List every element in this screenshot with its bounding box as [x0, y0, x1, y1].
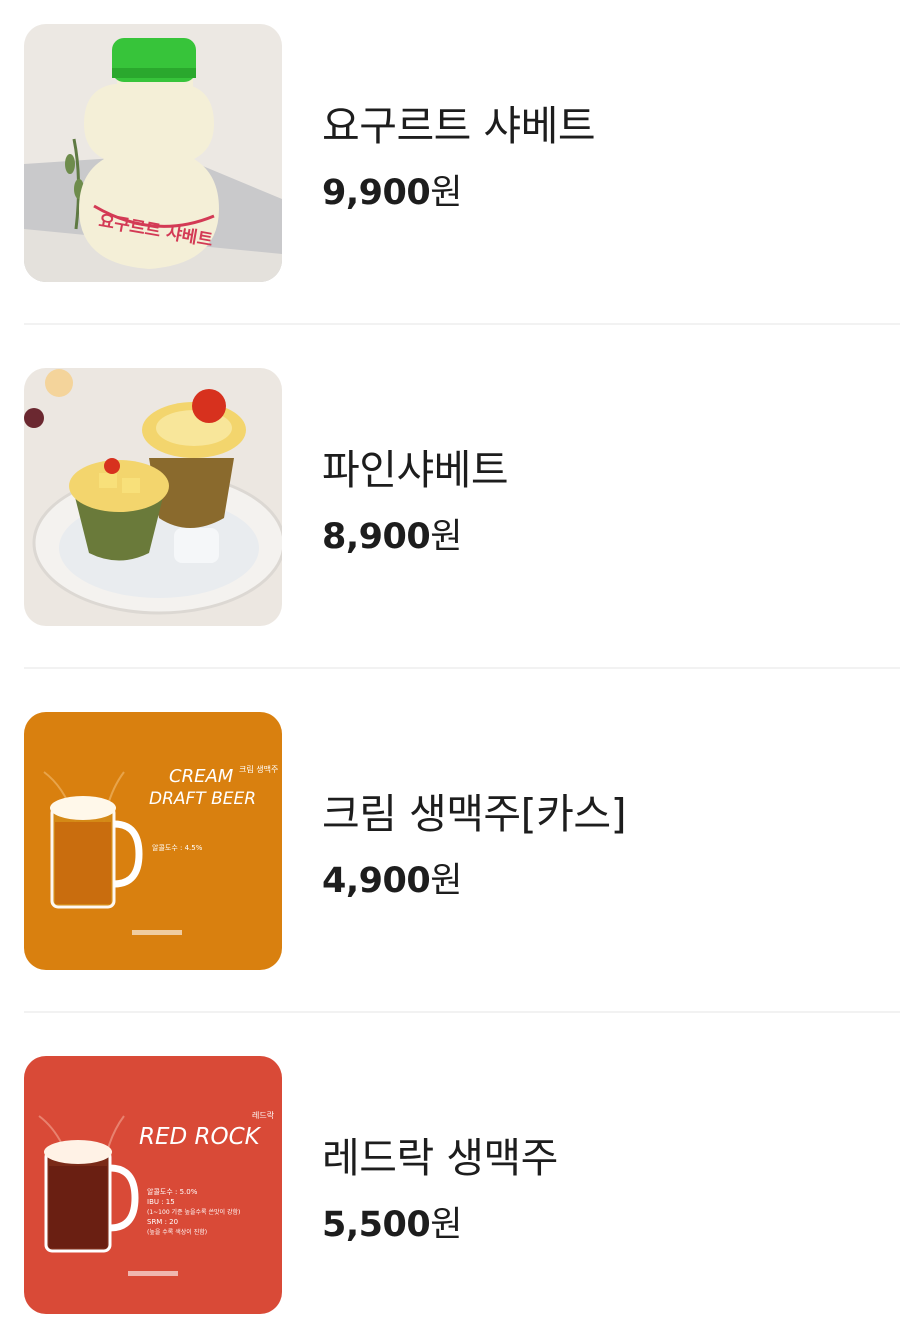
- menu-item-name[interactable]: 요구르트 샤베트: [322, 92, 596, 152]
- image-text-0: CREAM: [169, 766, 234, 787]
- image-text-1: 레드락: [252, 1110, 275, 1120]
- image-text-2: 알콜도수 : 5.0%: [147, 1187, 198, 1196]
- image-text-0: RED ROCK: [139, 1124, 262, 1150]
- divider: [24, 323, 900, 325]
- menu-item-red-rock-beer[interactable]: RED ROCK 레드락 알콜도수 : 5.0% IBU : 15 (1~100…: [0, 1032, 900, 1332]
- menu-item-name[interactable]: 파인샤베트: [322, 436, 509, 496]
- image-text-1: DRAFT BEER: [149, 789, 256, 809]
- image-text-2: 크림 생맥주: [239, 764, 278, 774]
- menu-item-yogurt-sherbet[interactable]: 요구르트 샤베트 요구르트 샤베트 9,900원: [0, 0, 900, 325]
- menu-item-pineapple-sherbet[interactable]: 파인샤베트 8,900원: [0, 344, 900, 669]
- menu-item-name[interactable]: 크림 생맥주[카스]: [322, 780, 627, 840]
- menu-item-price: 9,900원: [322, 173, 462, 213]
- menu-item-image[interactable]: CREAM DRAFT BEER 크림 생맥주 알콜도수 : 4.5%: [24, 712, 282, 970]
- divider: [24, 667, 900, 669]
- image-text-4: (1~100 기준 높을수록 쓴맛이 강함): [147, 1208, 240, 1216]
- menu-item-name[interactable]: 레드락 생맥주: [322, 1124, 558, 1184]
- yogurt-bottle-icon: 요구르트 샤베트: [24, 24, 282, 282]
- beer-mug-red-icon: RED ROCK 레드락 알콜도수 : 5.0% IBU : 15 (1~100…: [24, 1056, 282, 1314]
- image-text-3: IBU : 15: [147, 1198, 175, 1206]
- image-text-3: 알콜도수 : 4.5%: [152, 843, 203, 852]
- pineapple-icon: [24, 368, 282, 626]
- divider: [24, 1011, 900, 1013]
- menu-item-price: 5,500원: [322, 1205, 462, 1245]
- menu-item-image[interactable]: [24, 368, 282, 626]
- image-text-5: SRM : 20: [147, 1218, 178, 1226]
- image-text-6: (높을 수록 색상이 진함): [147, 1228, 207, 1236]
- beer-mug-orange-icon: CREAM DRAFT BEER 크림 생맥주 알콜도수 : 4.5%: [24, 712, 282, 970]
- menu-item-cream-draft-beer[interactable]: CREAM DRAFT BEER 크림 생맥주 알콜도수 : 4.5% 크림 생…: [0, 688, 900, 1013]
- menu-item-price: 8,900원: [322, 517, 462, 557]
- menu-item-image[interactable]: RED ROCK 레드락 알콜도수 : 5.0% IBU : 15 (1~100…: [24, 1056, 282, 1314]
- menu-item-price: 4,900원: [322, 861, 462, 901]
- menu-item-image[interactable]: 요구르트 샤베트: [24, 24, 282, 282]
